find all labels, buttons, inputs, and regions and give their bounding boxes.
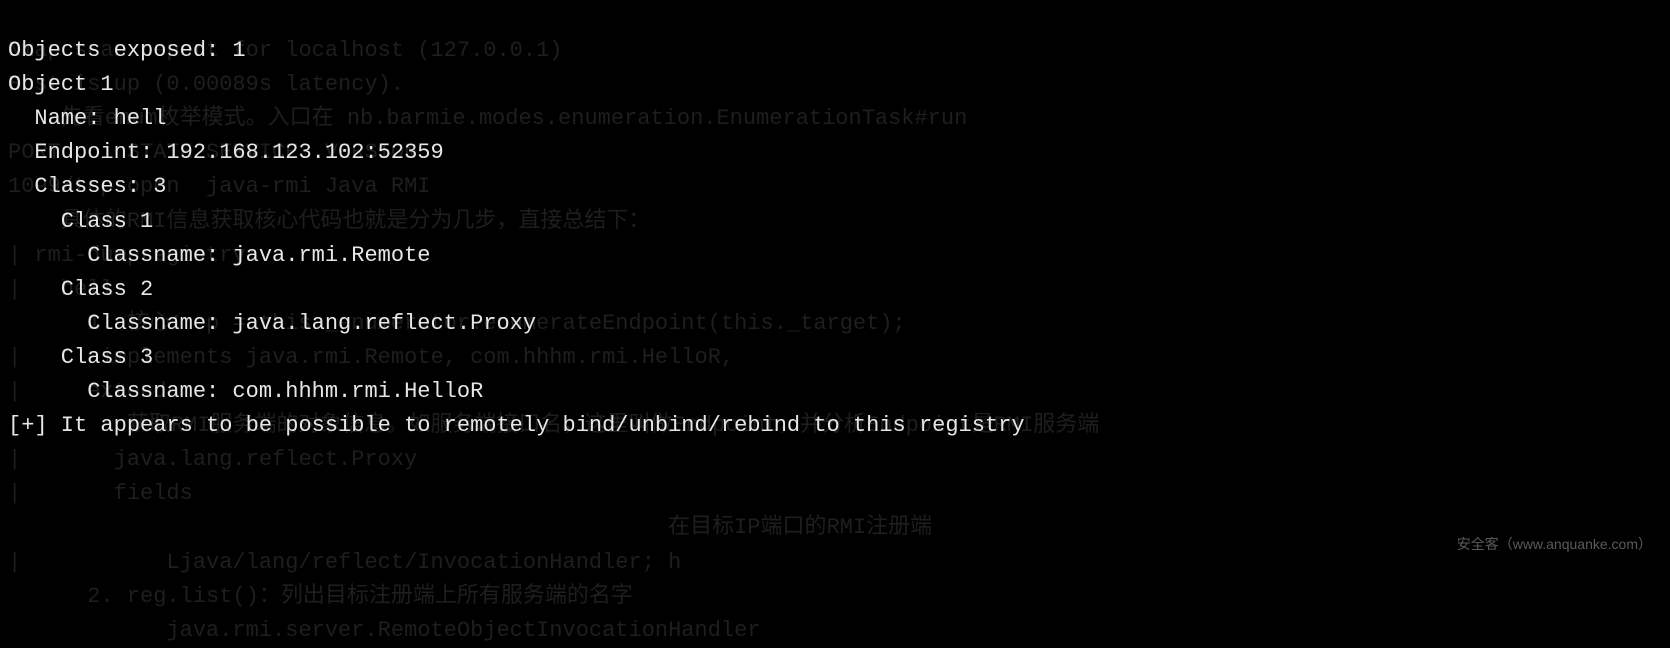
bg-line: | Ljava/lang/reflect/InvocationHandler; … [8, 550, 681, 575]
object-header-line: Object 1 [8, 72, 114, 97]
result-summary-line: [+] It appears to be possible to remotel… [8, 413, 1025, 438]
classname-line: Classname: java.rmi.Remote [8, 243, 430, 268]
bg-line: 2. reg.list()：列出目标注册端上所有服务端的名字 [8, 584, 633, 609]
classname-line: Classname: java.lang.reflect.Proxy [8, 311, 536, 336]
class-entry-line: Class 1 [8, 209, 153, 234]
classes-count-line: Classes: 3 [8, 174, 166, 199]
bg-line: java.rmi.server.RemoteObjectInvocationHa… [8, 618, 761, 643]
watermark-text: 安全客（www.anquanke.com） [1457, 534, 1652, 556]
objects-exposed-line: Objects exposed: 1 [8, 38, 246, 63]
bg-line: | java.lang.reflect.Proxy [8, 447, 417, 472]
object-name-line: Name: hell [8, 106, 166, 131]
object-endpoint-line: Endpoint: 192.168.123.102:52359 [8, 140, 444, 165]
bg-line: | fields [8, 481, 193, 506]
classname-line: Classname: com.hhhm.rmi.HelloR [8, 379, 483, 404]
class-entry-line: Class 2 [8, 277, 153, 302]
bg-line: 在目标IP端口的RMI注册端 [8, 515, 932, 540]
class-entry-line: Class 3 [8, 345, 153, 370]
barmie-output-foreground: Objects exposed: 1 Object 1 Name: hell E… [0, 0, 1033, 443]
